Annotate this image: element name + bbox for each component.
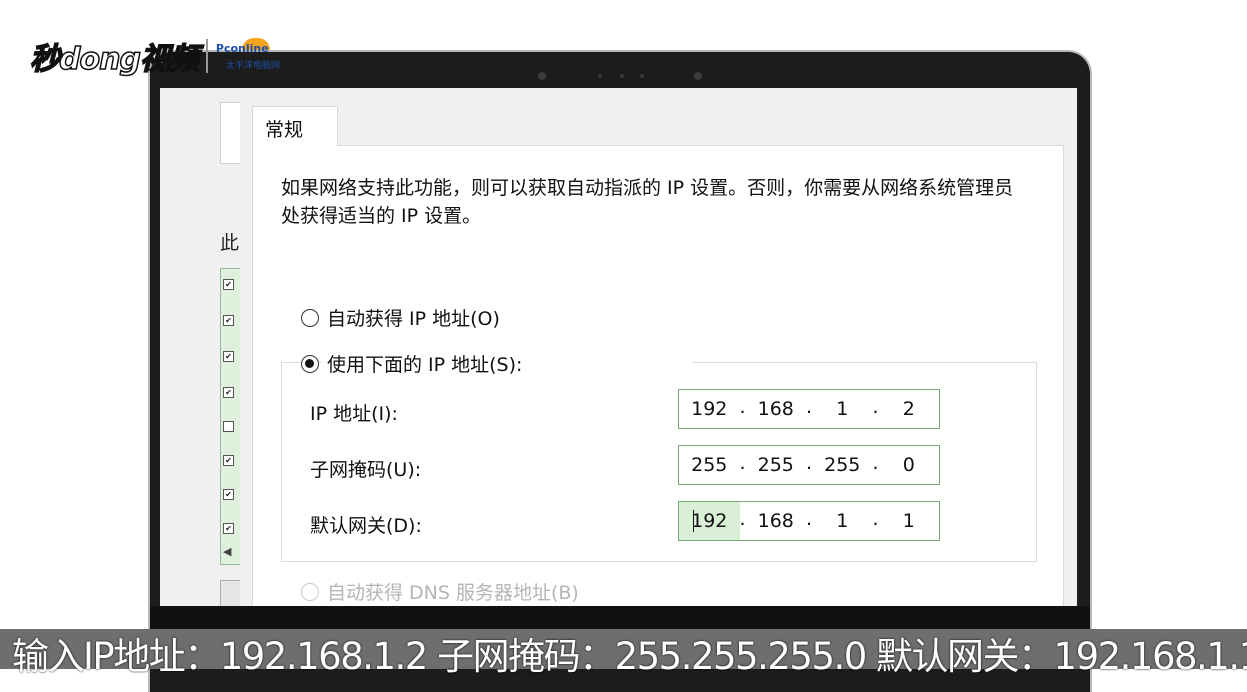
checkbox-checked[interactable]: ✔ [223, 455, 234, 466]
camera-dot [538, 72, 546, 80]
subnet-mask-input[interactable]: 255 . 255 . 255 . 0 [678, 445, 940, 485]
video-watermark: 秒dong视频 Pconline 太平洋电脑网 [29, 34, 300, 78]
ip-octet[interactable]: 168 [746, 390, 807, 428]
radio-button[interactable] [301, 582, 319, 601]
video-subtitle: 输入IP地址：192.168.1.2 子网掩码：255.255.255.0 默认… [12, 635, 1247, 678]
ip-octet[interactable]: 1 [812, 390, 873, 428]
laptop-screen: 此 ✔ ✔ ✔ ✔ ✔ ✔ ✔ ◀ 常规 如果网络支持此功能，则可以获取自动指派… [160, 88, 1077, 608]
partner-logo-subtext: 太平洋电脑网 [225, 61, 280, 71]
auto-dns-option[interactable]: 自动获得 DNS 服务器地址(B) [301, 578, 579, 605]
general-panel: 如果网络支持此功能，则可以获取自动指派的 IP 设置。否则，你需要从网络系统管理… [252, 145, 1064, 608]
checkbox-checked[interactable]: ✔ [223, 489, 234, 500]
ip-octet[interactable]: 255 [679, 446, 740, 484]
partner-logo: Pconline 太平洋电脑网 [216, 38, 300, 74]
default-gateway-label: 默认网关(D): [310, 515, 422, 537]
camera-dot [640, 74, 644, 78]
ip-octet[interactable]: 2 [879, 390, 940, 428]
ip-octet[interactable]: 192 [679, 390, 740, 428]
description-text: 如果网络支持此功能，则可以获取自动指派的 IP 设置。否则，你需要从网络系统管理… [281, 177, 1014, 227]
logo-divider [205, 39, 208, 73]
ip-address-label: IP 地址(I): [310, 403, 398, 425]
subnet-mask-label: 子网掩码(U): [310, 459, 422, 481]
tab-general[interactable]: 常规 [252, 106, 338, 146]
manual-ip-option[interactable]: 使用下面的 IP 地址(S): [301, 350, 522, 377]
background-dialog: 此 ✔ ✔ ✔ ✔ ✔ ✔ ✔ ◀ [160, 88, 246, 608]
checkbox-checked[interactable]: ✔ [223, 523, 234, 534]
ip-octet[interactable]: 1 [879, 502, 940, 540]
checkbox-unchecked[interactable] [223, 421, 234, 432]
ip-octet[interactable]: 255 [812, 446, 873, 484]
ip-address-input[interactable]: 192 . 168 . 1 . 2 [678, 389, 940, 429]
ip-octet[interactable]: 1 [812, 502, 873, 540]
ip-octet[interactable]: 255 [746, 446, 807, 484]
camera-dot [620, 74, 624, 78]
manual-ip-group: IP 地址(I): 192 . 168 . 1 . 2 子网掩码(U): 255… [281, 351, 1037, 562]
ip-octet[interactable]: 0 [879, 446, 940, 484]
checkbox-checked[interactable]: ✔ [223, 315, 234, 326]
auto-ip-option[interactable]: 自动获得 IP 地址(O) [301, 304, 500, 331]
text-cursor [693, 510, 694, 532]
ip-octet-value: 192 [691, 510, 728, 532]
checkbox-checked[interactable]: ✔ [223, 351, 234, 362]
camera-dot [598, 74, 602, 78]
partner-logo-text: Pconline [215, 42, 269, 55]
manual-ip-label: 使用下面的 IP 地址(S): [327, 354, 523, 376]
camera-dot [694, 72, 702, 80]
ip-octet[interactable]: 192 [679, 502, 740, 540]
background-label: 此 [220, 232, 240, 254]
ip-octet[interactable]: 168 [746, 502, 807, 540]
checkbox-checked[interactable]: ✔ [223, 279, 234, 290]
brand-logo-text: 秒dong视频 [29, 41, 199, 78]
default-gateway-input[interactable]: 192 . 168 . 1 . 1 [678, 501, 940, 541]
radio-button[interactable] [301, 308, 319, 327]
radio-button-selected[interactable] [301, 354, 319, 373]
scroll-left-icon[interactable]: ◀ [223, 545, 231, 558]
checkbox-checked[interactable]: ✔ [223, 387, 234, 398]
ip-properties-dialog: 常规 如果网络支持此功能，则可以获取自动指派的 IP 设置。否则，你需要从网络系… [240, 88, 1077, 608]
auto-ip-label: 自动获得 IP 地址(O) [327, 308, 500, 330]
auto-dns-label: 自动获得 DNS 服务器地址(B) [327, 582, 579, 604]
